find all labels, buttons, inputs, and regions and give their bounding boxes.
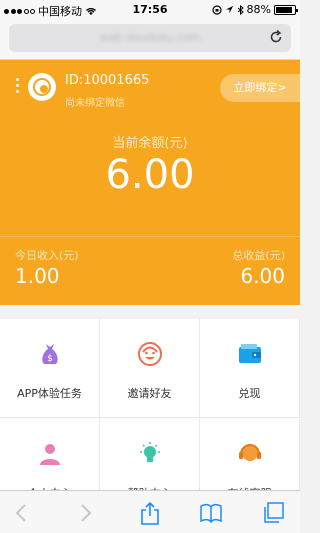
- menu-item-label: APP体验任务: [17, 387, 82, 400]
- menu-item-label: 邀请好友: [127, 387, 172, 400]
- account-summary: ID:10001665 尚未绑定微信 立即绑定> 当前余额(元) 6.00 今日…: [0, 60, 300, 305]
- smiley-face-icon: [138, 342, 162, 366]
- user-id: ID:10001665: [65, 73, 150, 88]
- svg-text:$: $: [47, 354, 53, 364]
- menu-item-invite-friends[interactable]: 邀请好友: [100, 319, 200, 418]
- menu-item-help-center[interactable]: 帮助中心: [100, 419, 200, 494]
- location-icon: [225, 5, 233, 14]
- lock-rotation-icon: [211, 4, 222, 15]
- more-menu-icon[interactable]: [16, 78, 20, 96]
- avatar[interactable]: [28, 73, 56, 101]
- address-bar[interactable]: wab.douduku.com: [9, 24, 291, 52]
- coin-icon: [33, 78, 51, 96]
- menu-grid: $ APP体验任务 邀请好友 兑现 个人中心: [0, 319, 300, 494]
- battery-percent: 88%: [246, 3, 271, 16]
- tabs-icon[interactable]: [261, 501, 285, 525]
- browser-address-area: wab.douduku.com: [0, 20, 300, 60]
- back-icon[interactable]: [10, 501, 34, 525]
- reload-icon[interactable]: [269, 30, 283, 44]
- money-bag-icon: $: [42, 344, 58, 364]
- person-icon: [40, 444, 60, 465]
- menu-item-personal-center[interactable]: 个人中心: [0, 419, 100, 494]
- total-income-label: 总收益(元): [232, 249, 285, 262]
- url-text: wab.douduku.com: [99, 31, 201, 44]
- balance-label: 当前余额(元): [112, 136, 188, 151]
- forward-icon[interactable]: [73, 501, 97, 525]
- share-icon[interactable]: [138, 501, 162, 525]
- browser-toolbar: [0, 490, 300, 533]
- menu-item-label: 兑现: [238, 387, 261, 400]
- bluetooth-icon: [237, 4, 244, 15]
- bind-now-button[interactable]: 立即绑定>: [220, 74, 300, 102]
- lightbulb-icon: [140, 442, 160, 462]
- wallet-icon: [239, 344, 261, 363]
- headset-icon: [239, 444, 261, 461]
- balance-value: 6.00: [105, 152, 195, 198]
- menu-item-online-service[interactable]: 在线客服: [200, 419, 300, 494]
- battery-icon: [274, 4, 298, 15]
- divider: [0, 236, 300, 237]
- today-income-label: 今日收入(元): [15, 249, 79, 262]
- wechat-bind-status: 尚未绑定微信: [65, 98, 125, 109]
- total-income-value: 6.00: [240, 264, 285, 288]
- menu-item-withdraw[interactable]: 兑现: [200, 319, 300, 418]
- bookmarks-icon[interactable]: [199, 501, 223, 525]
- menu-item-app-tasks[interactable]: $ APP体验任务: [0, 319, 100, 418]
- today-income-value: 1.00: [15, 264, 60, 288]
- status-bar: 中国移动 17:56 88%: [0, 0, 300, 20]
